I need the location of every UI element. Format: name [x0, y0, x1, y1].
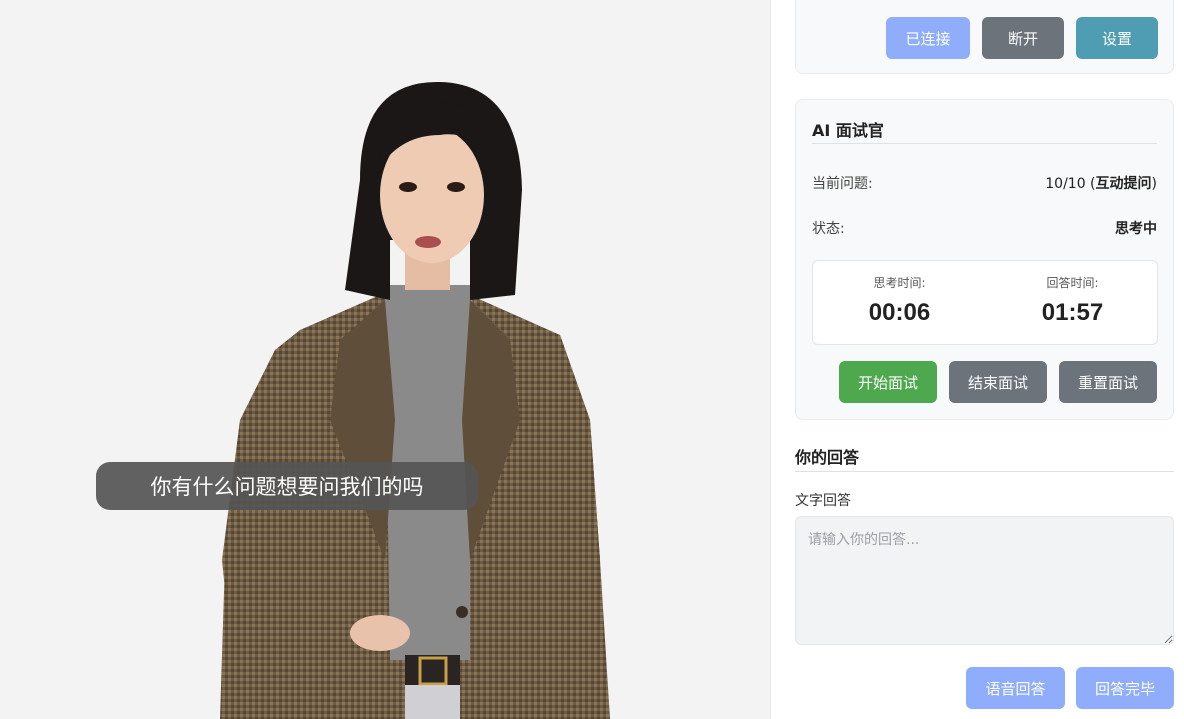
think-time-label: 思考时间: [873, 276, 926, 290]
answer-time-label: 回答时间: [1046, 276, 1099, 290]
video-area: 你有什么问题想要问我们的吗 [0, 0, 770, 719]
current-question-label: 当前问题: [812, 176, 873, 192]
text-answer-input[interactable] [795, 516, 1174, 645]
divider [812, 143, 1157, 144]
ai-interviewer-card: AI 面试官 当前问题: 10/10 (互动提问) 状态: 思考中 思考时间: … [795, 99, 1174, 420]
connection-card: 已连接 断开 设置 [795, 0, 1174, 74]
text-answer-label: 文字回答 [795, 493, 851, 509]
end-interview-button[interactable]: 结束面试 [949, 361, 1047, 403]
think-time-value: 00:06 [868, 299, 931, 326]
question-progress: 10/10 ( [1045, 176, 1096, 192]
start-interview-button[interactable]: 开始面试 [839, 361, 937, 403]
connected-button[interactable]: 已连接 [886, 17, 970, 59]
current-question-value: 10/10 (互动提问) [1045, 173, 1157, 193]
status-value: 思考中 [1115, 218, 1157, 238]
status-label: 状态: [812, 221, 845, 237]
question-type: 互动提问 [1095, 176, 1152, 192]
voice-answer-button[interactable]: 语音回答 [966, 667, 1065, 709]
answer-timer: 回答时间: 01:57 [986, 261, 1159, 346]
question-close: ) [1151, 176, 1157, 192]
ai-interviewer-title: AI 面试官 [812, 121, 884, 140]
status-text: 思考中 [1115, 221, 1157, 237]
avatar-video [220, 81, 610, 719]
divider [795, 471, 1174, 472]
answer-done-button[interactable]: 回答完毕 [1076, 667, 1174, 709]
control-panel: 已连接 断开 设置 AI 面试官 当前问题: 10/10 (互动提问) 状态: … [770, 0, 1184, 719]
your-answer-heading: 你的回答 [795, 448, 860, 467]
timer-box: 思考时间: 00:06 回答时间: 01:57 [812, 260, 1158, 345]
answer-time-value: 01:57 [1041, 299, 1104, 326]
disconnect-button[interactable]: 断开 [982, 17, 1064, 59]
settings-button[interactable]: 设置 [1076, 17, 1158, 59]
think-timer: 思考时间: 00:06 [813, 261, 986, 346]
subtitle-caption: 你有什么问题想要问我们的吗 [96, 462, 478, 510]
reset-interview-button[interactable]: 重置面试 [1059, 361, 1157, 403]
